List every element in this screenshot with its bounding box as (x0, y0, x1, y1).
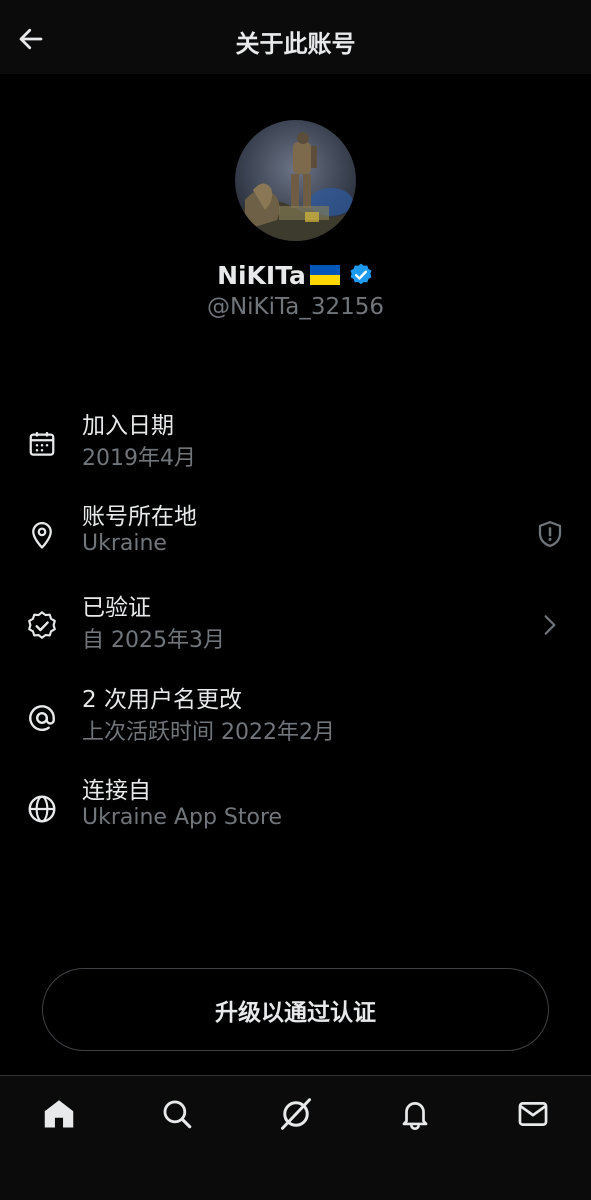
username-changes-label: 2 次用户名更改 (82, 687, 242, 713)
avatar[interactable] (235, 120, 356, 241)
verified-check-icon (24, 608, 60, 644)
connected-value: Ukraine App Store (82, 805, 283, 830)
notifications-icon[interactable] (395, 1094, 435, 1134)
joined-label: 加入日期 (82, 413, 174, 439)
globe-icon (24, 791, 60, 827)
bottom-navigation (0, 1075, 591, 1200)
calendar-icon (24, 426, 60, 462)
username-changes-row: 2 次用户名更改 上次活跃时间 2022年2月 (0, 680, 591, 750)
home-icon[interactable] (39, 1094, 79, 1134)
top-bar: 关于此账号 (0, 0, 591, 74)
verified-row[interactable]: 已验证 自 2025年3月 (0, 588, 591, 658)
name-row: NiKITa (0, 258, 591, 292)
search-icon[interactable] (157, 1094, 197, 1134)
verified-label: 已验证 (82, 595, 151, 621)
grok-icon[interactable] (276, 1094, 316, 1134)
page-title: 关于此账号 (235, 30, 356, 58)
messages-icon[interactable] (513, 1094, 553, 1134)
ukraine-flag-icon (309, 265, 340, 285)
joined-date-row: 加入日期 2019年4月 (0, 406, 591, 476)
at-sign-icon (24, 700, 60, 736)
verified-badge-icon[interactable] (348, 262, 374, 288)
upgrade-verification-button[interactable]: 升级以通过认证 (42, 968, 549, 1051)
connected-via-row: 连接自 Ukraine App Store (0, 771, 591, 841)
verified-value: 自 2025年3月 (82, 628, 225, 653)
username-changes-value: 上次活跃时间 2022年2月 (82, 720, 335, 745)
chevron-right-icon[interactable] (533, 608, 567, 642)
location-value: Ukraine (82, 531, 167, 556)
account-location-row: 账号所在地 Ukraine (0, 497, 591, 567)
user-handle: @NiKiTa_32156 (206, 294, 385, 320)
joined-value: 2019年4月 (82, 446, 196, 471)
display-name: NiKITa (217, 260, 306, 290)
location-label: 账号所在地 (82, 504, 197, 530)
connected-label: 连接自 (82, 778, 151, 804)
shield-alert-icon[interactable] (533, 517, 567, 551)
location-pin-icon (24, 517, 60, 553)
